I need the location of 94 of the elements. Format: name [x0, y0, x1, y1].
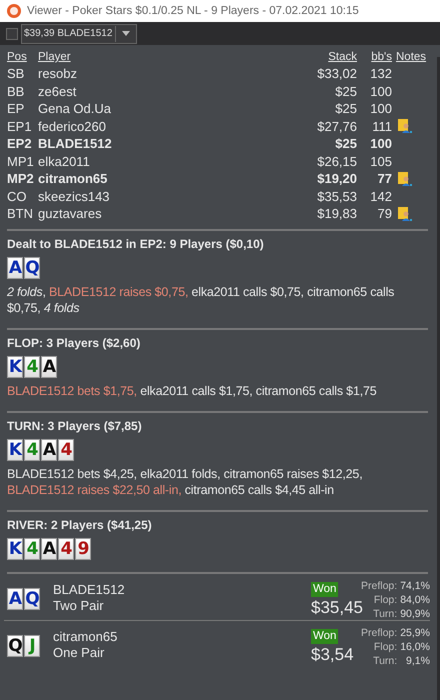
- playing-card: A: [7, 588, 23, 610]
- player-name: BLADE1512: [53, 582, 126, 598]
- table-cell-text: 132: [369, 65, 393, 82]
- table-cell-text: SB: [7, 65, 26, 82]
- table-cell-text: 142: [369, 188, 393, 205]
- playing-card: 4: [58, 438, 74, 460]
- equity-label: Preflop:: [361, 578, 398, 592]
- column-header[interactable]: Notes: [393, 50, 431, 65]
- hand-name: One Pair: [53, 644, 106, 660]
- table-cell-text: ze6est: [38, 82, 78, 100]
- playing-card: 9: [75, 538, 91, 560]
- equity-label: Flop:: [372, 640, 398, 654]
- table-cell-text: 100: [369, 135, 393, 152]
- action-text: BLADE1512 bets $1,75, elka2011 calls $1,75, citramon65 calls $1,75: [7, 382, 378, 398]
- app-icon: [7, 4, 21, 18]
- table-cell-text: 100: [369, 82, 393, 100]
- table-cell-text: guztavares: [38, 205, 103, 222]
- playing-card: J: [24, 634, 40, 656]
- column-header[interactable]: Pos: [7, 50, 38, 65]
- table-cell-text: $19,20: [316, 170, 357, 188]
- street-heading: RIVER: 2 Players ($41,25): [7, 518, 153, 532]
- table-cell-text: EP: [7, 100, 26, 118]
- table-cell-text: $26,15: [316, 152, 357, 170]
- action-text: 2 folds, BLADE1512 raises $0,75, elka2011 calls $0,75, citramon65 calls $0,75, 4 folds: [7, 284, 396, 316]
- column-header[interactable]: bb's: [357, 50, 393, 65]
- playing-card: K: [7, 438, 23, 460]
- equity-value: 25,9%: [400, 626, 430, 640]
- equity-value: 84,0%: [400, 592, 430, 606]
- playing-card: 4: [24, 356, 40, 378]
- equity-value: 90,9%: [400, 606, 430, 620]
- table-cell-text: $27,76: [316, 118, 357, 135]
- table-cell-text: $33,02: [316, 65, 357, 82]
- window-title: Viewer - Poker Stars $0.1/0.25 NL - 9 Players - 07.02.2021 10:15: [27, 5, 359, 17]
- table-cell-text: elka2011: [38, 152, 91, 170]
- table-cell-text: 79: [376, 205, 393, 222]
- action-text: BLADE1512 bets $4,25, elka2011 folds, citramon65 raises $12,25, BLADE1512 raises $22,50 all-in, citramon65 calls $4,45 all-in: [7, 466, 364, 498]
- table-cell-text: citramon65: [38, 170, 108, 188]
- table-cell-text: MP1: [7, 152, 35, 170]
- checkbox[interactable]: [6, 28, 18, 40]
- won-badge: Won: [311, 628, 338, 644]
- playing-card: K: [7, 356, 23, 378]
- table-cell-text: 100: [369, 100, 393, 118]
- table-cell-text: resobz: [38, 65, 78, 82]
- table-cell-text: skeezics143: [38, 188, 111, 205]
- note-icon[interactable]: [398, 119, 412, 134]
- playing-card: 4: [24, 538, 40, 560]
- table-cell-text: BB: [7, 82, 26, 100]
- table-cell-text: $35,53: [316, 188, 357, 205]
- table-cell-text: 111: [371, 118, 393, 135]
- table-cell-text: $25: [334, 100, 357, 118]
- won-amount: $35,45: [311, 598, 363, 618]
- player-name: citramon65: [53, 628, 118, 644]
- table-cell-text: $19,83: [316, 205, 357, 222]
- note-icon[interactable]: [398, 206, 412, 221]
- table-cell-text: $25: [334, 135, 357, 152]
- equity-value: 9,1%: [405, 654, 430, 668]
- equity-value: 16,0%: [400, 640, 430, 654]
- playing-card: A: [41, 538, 57, 560]
- column-header[interactable]: Stack: [303, 50, 357, 65]
- won-badge: Won: [311, 582, 338, 596]
- playing-card: Q: [24, 256, 40, 278]
- table-cell-text: federico260: [38, 118, 107, 135]
- table-cell-text: BTN: [7, 205, 34, 222]
- equity-label: Flop:: [372, 592, 398, 606]
- playing-card: A: [41, 438, 57, 460]
- table-cell-text: EP1: [7, 118, 33, 135]
- street-heading: TURN: 3 Players ($7,85): [7, 418, 143, 434]
- table-cell-text: 77: [376, 170, 393, 188]
- equity-label: Turn:: [372, 654, 398, 668]
- playing-card: K: [7, 538, 23, 560]
- won-amount: $3,54: [311, 644, 354, 664]
- playing-card: 4: [58, 538, 74, 560]
- table-cell-text: EP2: [7, 135, 33, 152]
- equity-label: Preflop:: [361, 626, 398, 640]
- table-cell-text: Gena Od.Ua: [38, 100, 112, 118]
- column-header[interactable]: Player: [38, 50, 303, 65]
- playing-card: Q: [24, 588, 40, 610]
- equity-label: Turn:: [372, 606, 398, 620]
- playing-card: Q: [7, 634, 23, 656]
- table-cell-text: BLADE1512: [38, 135, 113, 152]
- street-heading: Dealt to BLADE1512 in EP2: 9 Players ($0,10): [7, 236, 265, 252]
- table-cell-text: 105: [369, 152, 393, 170]
- street-heading: FLOP: 3 Players ($2,60): [7, 336, 142, 350]
- hand-dropdown[interactable]: $39,39 BLADE1512: [21, 24, 138, 44]
- hand-name: Two Pair: [53, 598, 105, 614]
- table-cell-text: CO: [7, 188, 28, 205]
- playing-card: A: [7, 256, 23, 278]
- playing-card: 4: [24, 438, 40, 460]
- note-icon[interactable]: [398, 172, 412, 186]
- table-cell-text: $25: [334, 82, 357, 100]
- equity-value: 74,1%: [400, 578, 430, 592]
- caret-icon: [122, 31, 130, 36]
- playing-card: A: [41, 356, 57, 378]
- table-cell-text: MP2: [7, 170, 35, 188]
